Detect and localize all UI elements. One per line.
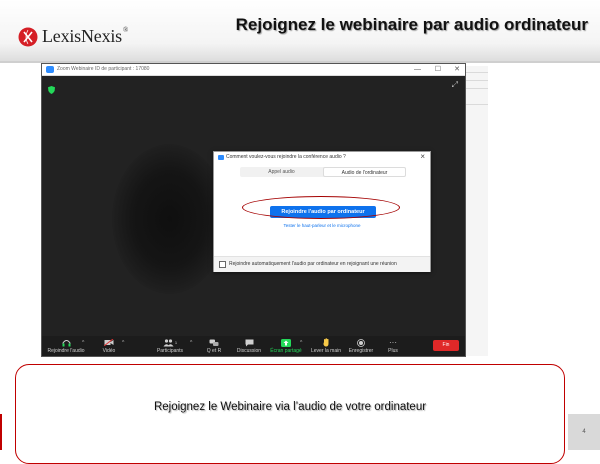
zoom-app-icon xyxy=(46,66,54,73)
share-options-caret[interactable]: ^ xyxy=(300,340,302,346)
more-button[interactable]: ··· Plus xyxy=(380,337,406,355)
end-button[interactable]: Fin xyxy=(433,340,459,351)
caption-text: Rejoignez le Webinaire via l’audio de vo… xyxy=(153,401,427,413)
participants-options-caret[interactable]: ^ xyxy=(190,340,192,346)
raise-hand-icon xyxy=(322,338,328,347)
zoom-app-icon xyxy=(218,155,224,160)
auto-join-label: Rejoindre automatiquement l'audio par or… xyxy=(229,261,397,267)
share-screen-icon xyxy=(281,338,291,347)
headphones-icon xyxy=(62,339,70,346)
participants-count: 1 xyxy=(174,340,178,345)
record-button[interactable]: Enregistrer xyxy=(344,337,378,355)
join-audio-button[interactable]: Rejoindre l'audio xyxy=(45,337,87,355)
encryption-shield-icon[interactable] xyxy=(48,81,55,99)
chat-button[interactable]: Discussion xyxy=(232,337,266,355)
zoom-titlebar: Zoom Webinaire ID de participant : 17080… xyxy=(42,64,465,76)
caption-box: Rejoignez le Webinaire via l’audio de vo… xyxy=(15,364,565,464)
page-number-box: 4 xyxy=(568,414,600,450)
zoom-toolbar: Rejoindre l'audio ^ Vidéo ^ 1 Participan… xyxy=(42,336,465,356)
dialog-close-icon[interactable]: × xyxy=(420,152,425,161)
raise-hand-button[interactable]: Lever la main xyxy=(308,337,344,355)
dialog-footer: Rejoindre automatiquement l'audio par or… xyxy=(214,256,430,272)
participants-icon xyxy=(163,338,174,346)
more-icon: ··· xyxy=(389,337,397,347)
qa-icon xyxy=(209,339,219,346)
audio-options-caret[interactable]: ^ xyxy=(82,340,84,346)
record-icon xyxy=(357,338,365,347)
tab-computer-audio[interactable]: Audio de l'ordinateur xyxy=(323,167,406,177)
video-camera-off-icon xyxy=(104,339,114,346)
share-screen-button[interactable]: Écran partagé xyxy=(268,337,304,355)
slide-title: Rejoignez le webinaire par audio ordinat… xyxy=(235,15,588,34)
lexisnexis-emblem-icon xyxy=(18,27,38,46)
page-number: 4 xyxy=(582,429,586,435)
logo-text: LexisNexis® xyxy=(42,26,129,46)
auto-join-checkbox[interactable] xyxy=(219,261,226,268)
video-options-caret[interactable]: ^ xyxy=(122,340,124,346)
minimize-button[interactable]: — xyxy=(414,65,421,74)
qa-button[interactable]: Q et R xyxy=(200,337,228,355)
close-window-button[interactable]: ✕ xyxy=(454,65,460,74)
maximize-button[interactable]: ☐ xyxy=(435,65,441,74)
fullscreen-icon[interactable]: ⤢ xyxy=(452,80,458,90)
lexisnexis-logo: LexisNexis® xyxy=(18,26,128,47)
dialog-title: Comment voulez-vous rejoindre la confére… xyxy=(226,154,346,160)
video-button[interactable]: Vidéo xyxy=(94,337,124,355)
video-area xyxy=(112,144,227,294)
zoom-window-title: Zoom Webinaire ID de participant : 17080 xyxy=(57,66,150,72)
audio-tabs: Appel audio Audio de l'ordinateur xyxy=(240,167,406,177)
chat-icon xyxy=(245,339,253,346)
participants-button[interactable]: 1 Participants xyxy=(154,337,186,355)
left-accent-bar xyxy=(0,414,2,450)
tab-phone-audio[interactable]: Appel audio xyxy=(240,167,323,177)
highlight-ellipse xyxy=(242,196,400,219)
test-speaker-mic-link[interactable]: Tester le haut-parleur et le microphone xyxy=(214,223,430,228)
